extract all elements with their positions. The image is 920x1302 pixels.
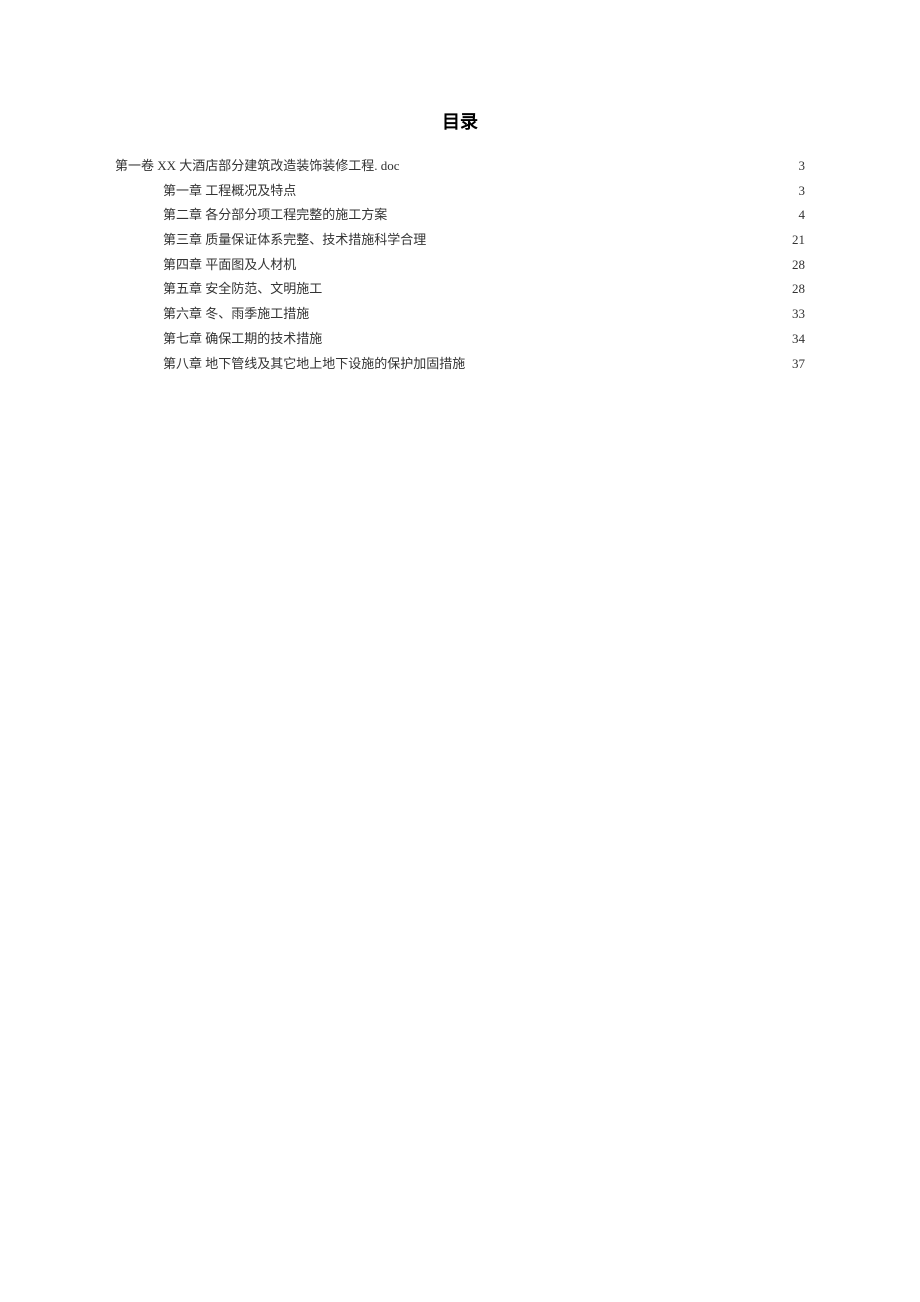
toc-entry-text: 第六章 冬、雨季施工措施 [163, 302, 309, 327]
toc-leader-dots [298, 256, 790, 269]
toc-entry[interactable]: 第四章 平面图及人材机 28 [115, 253, 805, 278]
toc-entry[interactable]: 第六章 冬、雨季施工措施 33 [115, 302, 805, 327]
toc-leader-dots [324, 280, 790, 293]
toc-leader-dots [467, 355, 790, 368]
toc-entry[interactable]: 第八章 地下管线及其它地上地下设施的保护加固措施 37 [115, 352, 805, 377]
toc-entry[interactable]: 第七章 确保工期的技术措施 34 [115, 327, 805, 352]
toc-entry-page: 21 [792, 228, 805, 253]
toc-entry-text: 第七章 确保工期的技术措施 [163, 327, 322, 352]
toc-entry-page: 28 [792, 253, 805, 278]
toc-entry-text: 第一卷 XX 大酒店部分建筑改造装饰装修工程. doc [115, 154, 400, 179]
toc-entry-page: 4 [799, 203, 806, 228]
toc-leader-dots [402, 157, 797, 170]
toc-entry-page: 3 [799, 179, 806, 204]
toc-entry-text: 第一章 工程概况及特点 [163, 179, 296, 204]
toc-entry-text: 第二章 各分部分项工程完整的施工方案 [163, 203, 387, 228]
toc-container: 第一卷 XX 大酒店部分建筑改造装饰装修工程. doc 3 第一章 工程概况及特点 3… [115, 154, 805, 376]
toc-leader-dots [298, 182, 796, 195]
toc-leader-dots [389, 206, 796, 219]
toc-entry[interactable]: 第一卷 XX 大酒店部分建筑改造装饰装修工程. doc 3 [115, 154, 805, 179]
toc-entry-page: 3 [799, 154, 806, 179]
toc-entry-text: 第五章 安全防范、文明施工 [163, 277, 322, 302]
toc-entry-page: 28 [792, 277, 805, 302]
toc-entry-text: 第八章 地下管线及其它地上地下设施的保护加固措施 [163, 352, 465, 377]
toc-leader-dots [428, 231, 790, 244]
toc-leader-dots [311, 305, 790, 318]
toc-entry-page: 37 [792, 352, 805, 377]
toc-entry-text: 第三章 质量保证体系完整、技术措施科学合理 [163, 228, 426, 253]
toc-entry[interactable]: 第五章 安全防范、文明施工 28 [115, 277, 805, 302]
toc-entry-text: 第四章 平面图及人材机 [163, 253, 296, 278]
toc-entry[interactable]: 第二章 各分部分项工程完整的施工方案 4 [115, 203, 805, 228]
toc-entry-page: 34 [792, 327, 805, 352]
toc-title: 目录 [115, 108, 805, 134]
toc-entry[interactable]: 第一章 工程概况及特点 3 [115, 179, 805, 204]
toc-leader-dots [324, 330, 790, 343]
toc-entry-page: 33 [792, 302, 805, 327]
toc-entry[interactable]: 第三章 质量保证体系完整、技术措施科学合理 21 [115, 228, 805, 253]
